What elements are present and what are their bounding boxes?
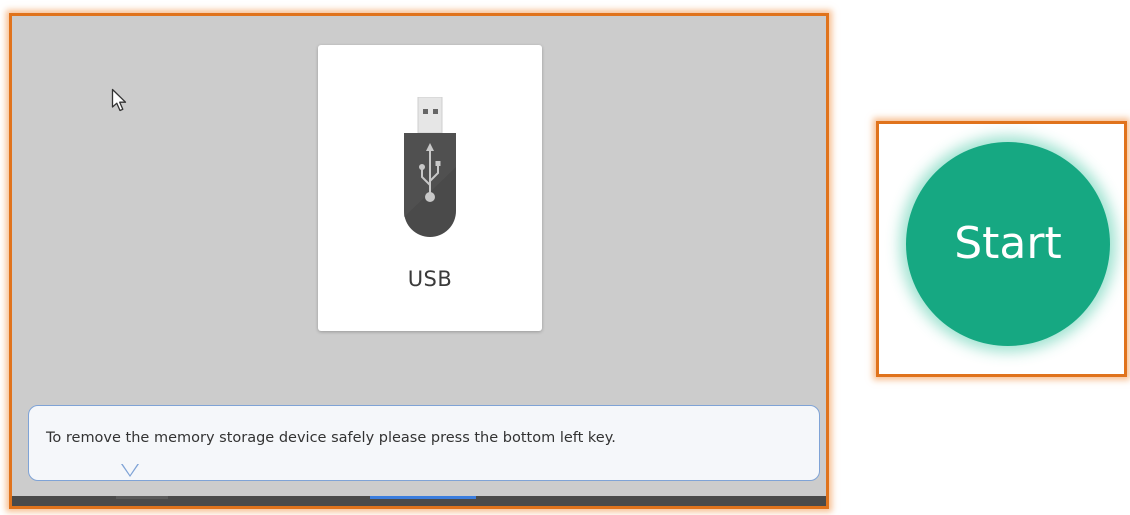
bottom-bar-active-indicator (370, 496, 476, 499)
start-button[interactable]: Start (906, 142, 1110, 346)
usb-flash-drive-icon (404, 97, 456, 237)
bottom-navigation-bar (12, 496, 826, 506)
start-button-label: Start (954, 218, 1062, 269)
start-key-panel: Start (876, 121, 1127, 377)
mouse-pointer-icon (111, 88, 127, 112)
usb-source-card[interactable]: USB (318, 45, 542, 331)
safe-removal-message: To remove the memory storage device safe… (28, 405, 820, 481)
usb-card-label: USB (407, 267, 453, 291)
tooltip-pointer-fill (122, 463, 138, 475)
safe-removal-message-text: To remove the memory storage device safe… (46, 430, 616, 446)
bottom-bar-key-left[interactable] (116, 496, 168, 499)
printer-screen-panel: USB To remove the memory storage device … (9, 13, 829, 509)
